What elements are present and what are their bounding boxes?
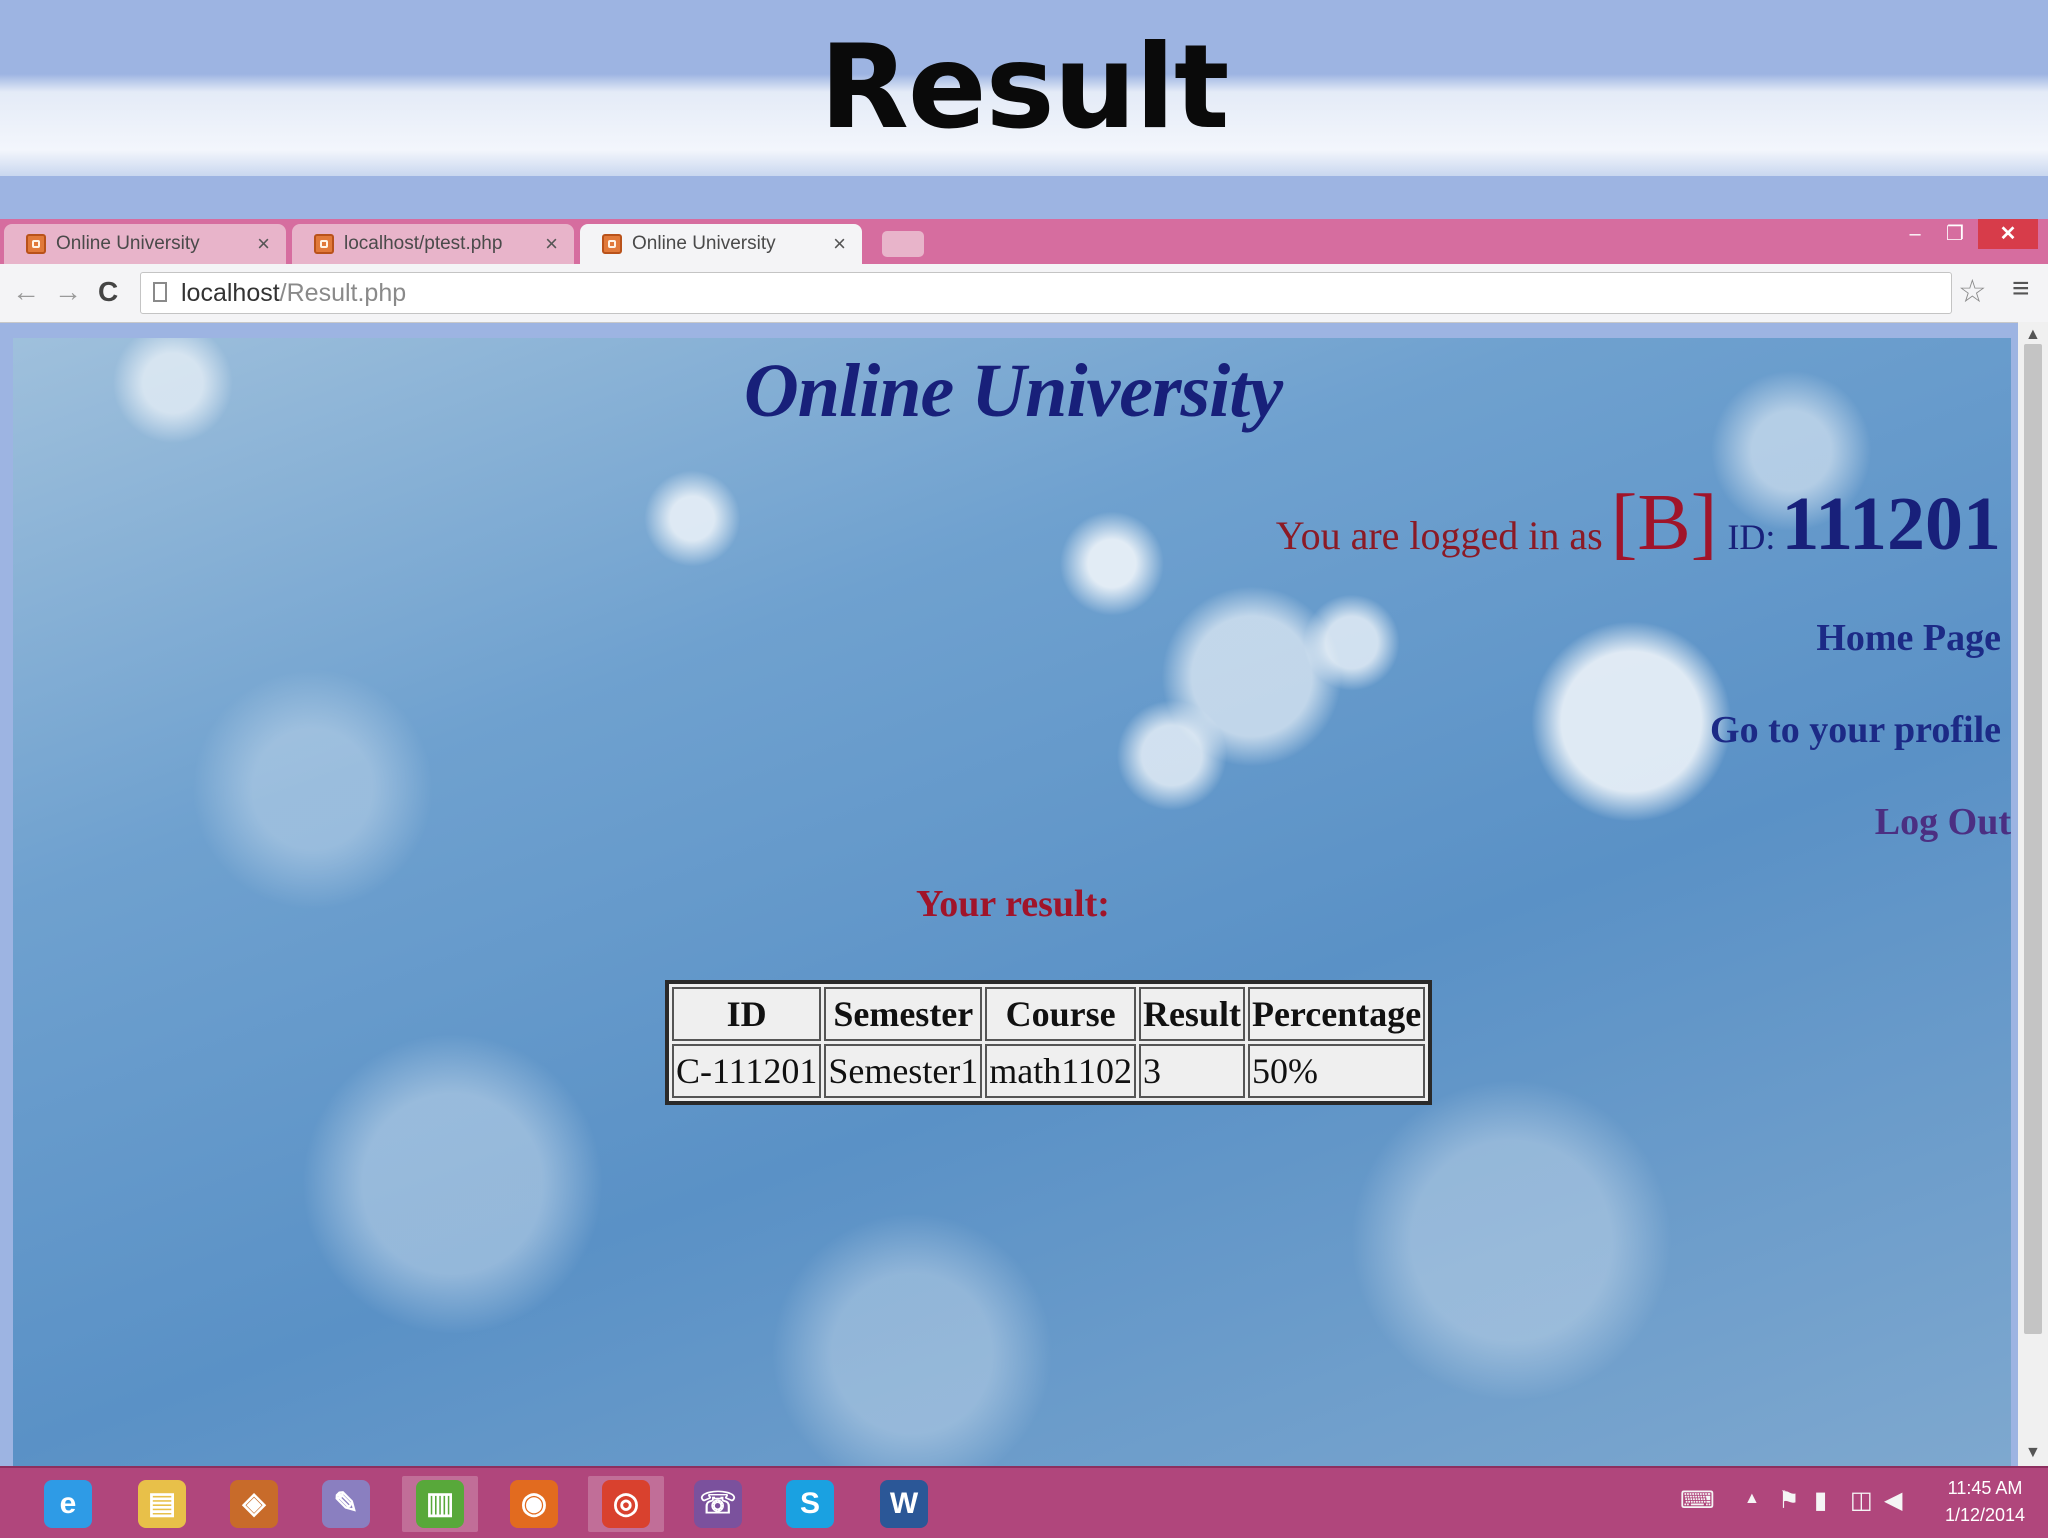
close-window-button[interactable]: ✕ [1978,219,2038,249]
table-header-row: ID Semester Course Result Percentage [672,987,1426,1041]
table-cell-semester: Semester1 [824,1044,983,1098]
word-icon: W [880,1480,928,1528]
browser-tab[interactable]: localhost/ptest.php × [292,224,574,264]
table-cell-result: 3 [1138,1044,1245,1098]
file-explorer-icon: ▤ [138,1480,186,1528]
tab-close-icon[interactable]: × [257,231,270,257]
tab-close-icon[interactable]: × [833,231,846,257]
url-host: localhost [181,279,280,307]
taskbar-app-button[interactable]: e [30,1476,106,1532]
clock-time: 11:45 AM [1947,1478,2023,1498]
browser-tabstrip: Online University × localhost/ptest.php … [0,219,2048,264]
url-path: /Result.php [279,279,407,307]
table-header-semester: Semester [824,987,983,1041]
url-text[interactable]: localhost/Result.php [181,279,406,308]
page-icon [153,282,167,302]
reload-icon[interactable]: C [98,276,118,308]
browser-toolbar: ← → C localhost/Result.php ☆ ≡ [0,264,2048,323]
viber-icon: ☏ [694,1480,742,1528]
tab-label: localhost/ptest.php [344,233,503,254]
profile-link[interactable]: Go to your profile [1710,708,2001,752]
login-id: 111201 [1781,482,2001,566]
taskbar-app-button[interactable]: ☏ [680,1476,756,1532]
forward-arrow-icon[interactable]: → [54,276,82,308]
browser-tab[interactable]: Online University × [4,224,286,264]
scroll-down-icon[interactable]: ▼ [2025,1444,2041,1462]
taskbar-app-button[interactable]: ▤ [124,1476,200,1532]
maximize-button[interactable]: ❐ [1940,219,1970,249]
taskbar-app-button[interactable]: ✎ [308,1476,384,1532]
page-viewport: Online University You are logged in as [B… [13,338,2011,1466]
table-header-course: Course [985,987,1136,1041]
table-header-percentage: Percentage [1247,987,1426,1041]
table-header-id: ID [672,987,822,1041]
tab-label: Online University [56,233,200,254]
home-page-link[interactable]: Home Page [1816,616,2001,660]
volume-icon[interactable]: ◀ [1884,1486,1902,1515]
taskbar-app-button[interactable]: W [866,1476,942,1532]
tab-close-icon[interactable]: × [545,231,558,257]
vertical-scrollbar[interactable]: ▲ ▼ [2018,322,2048,1466]
taskbar-app-button[interactable]: ◉ [496,1476,572,1532]
taskbar-clock[interactable]: 11:45 AM 1/12/2014 [1930,1478,2040,1526]
firefox-icon: ◉ [510,1480,558,1528]
taskbar-app-button[interactable]: ◈ [216,1476,292,1532]
xampp-favicon-icon [602,234,622,254]
taskbar-app-button[interactable]: ◎ [588,1476,664,1532]
table-cell-id: C-111201 [672,1044,822,1098]
login-id-label: ID: [1727,517,1776,557]
slide-title: Result [819,20,1230,155]
result-heading: Your result: [916,883,1110,925]
table-header-result: Result [1138,987,1245,1041]
table-row: C-111201 Semester1 math1102 3 50% [672,1044,1426,1098]
scrollbar-thumb[interactable] [2024,344,2042,1334]
logout-link[interactable]: Log Out [1875,800,2011,844]
taskbar-app-button[interactable]: S [772,1476,848,1532]
notepad-icon: ▥ [416,1480,464,1528]
clock-date: 1/12/2014 [1944,1505,2026,1525]
paint-icon: ✎ [322,1480,370,1528]
address-bar[interactable]: localhost/Result.php [140,272,1952,314]
login-user: [B] [1610,479,1718,567]
skype-icon: S [786,1480,834,1528]
new-tab-button[interactable] [882,231,924,257]
internet-explorer-icon: e [44,1480,92,1528]
chrome-icon: ◎ [602,1480,650,1528]
table-cell-percentage: 50% [1247,1044,1426,1098]
tab-label: Online University [632,233,776,254]
table-cell-course: math1102 [985,1044,1136,1098]
keyboard-icon[interactable]: ⌨ [1680,1486,1715,1515]
login-status: You are logged in as [B] ID:111201 [1276,478,2001,569]
site-title: Online University [743,349,1283,433]
store-icon: ◈ [230,1480,278,1528]
power-icon[interactable]: ▮ [1814,1486,1827,1515]
taskbar-app-button[interactable]: ▥ [402,1476,478,1532]
xampp-favicon-icon [314,234,334,254]
bookmark-star-icon[interactable]: ☆ [1958,272,1987,310]
browser-menu-icon[interactable]: ≡ [2012,272,2030,306]
minimize-button[interactable]: – [1900,219,1930,249]
network-icon[interactable]: ◫ [1850,1486,1873,1515]
result-table: ID Semester Course Result Percentage C-1… [665,980,1433,1105]
back-arrow-icon[interactable]: ← [12,276,40,308]
action-center-flag-icon[interactable]: ⚑ [1778,1486,1800,1515]
windows-taskbar: e ▤ ◈ ✎ ▥ ◉ ◎ ☏ S W ⌨ ▲ ⚑ ▮ ◫ ◀ 11:45 AM 1/12/201… [0,1466,2048,1538]
scroll-up-icon[interactable]: ▲ [2025,326,2041,344]
login-prefix: You are logged in as [1275,513,1603,558]
tray-expand-icon[interactable]: ▲ [1744,1490,1760,1508]
xampp-favicon-icon [26,234,46,254]
browser-tab-active[interactable]: Online University × [580,224,862,264]
